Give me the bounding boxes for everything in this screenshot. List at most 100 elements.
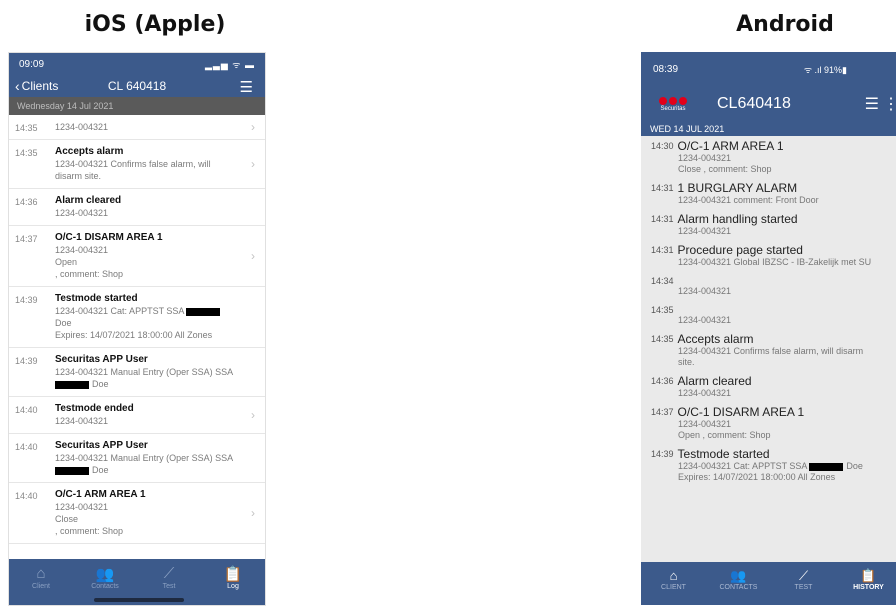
ios-tab-contacts[interactable]: 👥 Contacts: [80, 565, 130, 590]
contacts-icon: 👥: [730, 568, 747, 583]
android-row-time: 14:31: [651, 245, 674, 255]
android-row-time: 14:31: [651, 214, 674, 224]
android-history-row[interactable]: 14:37 O/C-1 DISARM AREA 1 1234-004321 Open …: [641, 402, 896, 444]
ios-log-detail: Doe: [55, 464, 235, 476]
android-tab-contacts[interactable]: 👥 CONTACTS: [714, 568, 764, 605]
ios-tab-log[interactable]: 📋 Log: [208, 565, 258, 590]
android-history-row[interactable]: 14:30 O/C-1 ARM AREA 1 1234-004321 Close , …: [641, 136, 896, 178]
android-history-row[interactable]: 14:36 Alarm cleared 1234-004321: [641, 371, 896, 402]
android-history-row[interactable]: 14:35 Accepts alarm 1234-004321 Confirms f…: [641, 329, 896, 371]
chevron-right-icon: ›: [251, 157, 255, 171]
ios-log-row[interactable]: 14:39 Testmode started 1234-004321 Cat: AP…: [9, 287, 265, 348]
android-row-detail: 1234-004321: [678, 388, 732, 398]
chevron-left-icon: ‹: [15, 78, 20, 94]
ios-tab-label: Client: [32, 583, 50, 590]
android-row-header: 14:35 Accepts alarm: [651, 332, 881, 346]
android-row-title: Accepts alarm: [677, 332, 754, 346]
android-row-title: O/C-1 ARM AREA 1: [677, 139, 784, 153]
ios-log-detail: 1234-004321 Manual Entry (Oper SSA) SSA: [55, 367, 234, 377]
ios-log-detail: 1234-004321: [55, 416, 109, 426]
ios-log-title: O/C-1 ARM AREA 1: [55, 489, 146, 500]
android-row-detail: 1234-004321: [678, 419, 732, 429]
ios-back-button[interactable]: ‹ Clients: [15, 78, 58, 94]
ios-log-body: O/C-1 ARM AREA 1 1234-004321 Close , commen…: [55, 489, 255, 537]
ios-back-label: Clients: [21, 79, 59, 93]
android-row-detail: 1234-004321 Confirms false alarm, will d…: [678, 346, 864, 356]
android-row-time: 14:39: [651, 449, 674, 459]
ios-log-time: 14:36: [15, 197, 38, 207]
android-tab-test[interactable]: ⟋ TEST: [779, 568, 829, 605]
android-tab-label: HISTORY: [853, 584, 884, 591]
ios-log-row[interactable]: 14:39 Securitas APP User 1234-004321 Manua…: [9, 348, 265, 397]
ios-log-body: Alarm cleared 1234-004321: [55, 195, 255, 219]
android-row-title: Testmode started: [677, 447, 770, 461]
ios-tab-test[interactable]: ⟋ Test: [144, 565, 194, 590]
ios-status-time: 09:09: [19, 58, 45, 70]
android-history-row[interactable]: 14:351234-004321›: [641, 300, 896, 329]
android-row-time: 14:35: [651, 334, 674, 344]
android-row-detail: 1234-004321 Global IBZSC - IB-Zakelijk m…: [678, 257, 872, 267]
ios-log-title: Securitas APP User: [55, 440, 148, 451]
android-row-header: 14:31 Procedure page started: [651, 243, 881, 257]
android-tab-label: CLIENT: [661, 584, 686, 591]
android-row-header: 14:31 Alarm handling started: [651, 212, 881, 226]
ios-log-body: Testmode started 1234-004321 Cat: APPTST …: [55, 293, 255, 341]
android-date-header: WED 14 JUL 2021: [641, 122, 896, 136]
android-row-header: 14:30 O/C-1 ARM AREA 1: [651, 139, 881, 153]
test-icon: ⟋: [163, 565, 175, 582]
ios-log-title: Testmode started: [55, 293, 138, 304]
ios-log-body: Securitas APP User 1234-004321 Manual Ent…: [55, 440, 255, 476]
ios-log-title: Accepts alarm: [55, 146, 124, 157]
android-row-detail: 1234-004321: [678, 226, 732, 236]
ios-log-row[interactable]: 14:35 1234-004321 ›: [9, 115, 265, 140]
ios-log-row[interactable]: 14:40 O/C-1 ARM AREA 1 1234-004321 Close , c…: [9, 483, 265, 544]
android-row-header: 14:35: [651, 303, 881, 315]
ios-log-row[interactable]: 14:36 Alarm cleared 1234-004321: [9, 189, 265, 226]
ios-tab-client[interactable]: ⌂ Client: [16, 565, 66, 590]
test-icon: ⟋: [798, 568, 809, 583]
ios-log-list: 14:35 1234-004321 › 14:35 Accepts alarm 1234-…: [9, 115, 265, 559]
android-row-detail: 1234-004321: [678, 286, 732, 296]
android-row-header: 14:37 O/C-1 DISARM AREA 1: [651, 405, 881, 419]
android-history-row[interactable]: 14:31 1 BURGLARY ALARM 1234-004321 comment…: [641, 178, 896, 209]
ios-log-detail: Doe: [55, 378, 235, 390]
ios-log-row[interactable]: 14:40 Securitas APP User 1234-004321 Manua…: [9, 434, 265, 483]
android-history-row[interactable]: 14:31 Procedure page started 1234-004321 G…: [641, 240, 896, 271]
android-caption: Android: [736, 12, 834, 37]
android-tab-history[interactable]: 📋 HISTORY: [844, 568, 894, 605]
android-history-row[interactable]: 14:39 Testmode started 1234-004321 Cat: AP…: [641, 444, 896, 486]
ios-log-row[interactable]: 14:35 Accepts alarm 1234-004321 Confirms f…: [9, 140, 265, 189]
ios-log-detail: 1234-004321: [55, 502, 109, 512]
ios-log-body: Testmode ended 1234-004321: [55, 403, 255, 427]
ios-log-row[interactable]: 14:37 O/C-1 DISARM AREA 1 1234-004321 Open,…: [9, 226, 265, 287]
android-row-time: 14:37: [651, 407, 674, 417]
ios-log-body: Securitas APP User 1234-004321 Manual Ent…: [55, 354, 255, 390]
ios-log-detail: 1234-004321: [55, 208, 109, 218]
android-tab-bar: ⌂ CLIENT 👥 CONTACTS ⟋ TEST 📋 HISTORY: [641, 562, 896, 605]
ios-log-detail: Close: [55, 514, 79, 524]
android-tab-client[interactable]: ⌂ CLIENT: [649, 568, 699, 605]
android-history-row[interactable]: 14:341234-004321›: [641, 271, 896, 300]
android-row-title: Alarm handling started: [677, 212, 798, 226]
android-status-bar: 08:39 ᯤ .ıl 91%▮: [641, 52, 896, 86]
history-icon: 📋: [860, 568, 877, 583]
ios-log-row[interactable]: 14:40 Testmode ended 1234-004321 ›: [9, 397, 265, 434]
android-row-detail: 1234-004321 comment: Front Door: [678, 195, 819, 205]
android-page-title: CL640418: [717, 95, 791, 112]
ios-log-title: Alarm cleared: [55, 195, 122, 206]
chevron-right-icon: ›: [251, 408, 255, 422]
redaction-block: [55, 466, 89, 475]
ios-tab-label: Contacts: [91, 583, 119, 590]
ios-log-detail: , comment: Shop: [55, 526, 124, 536]
more-vert-icon[interactable]: ⋮: [883, 94, 896, 114]
ios-log-body: Accepts alarm 1234-004321 Confirms false …: [55, 146, 255, 182]
android-menu-icon[interactable]: ☰: [865, 94, 879, 114]
client-icon: ⌂: [36, 565, 46, 582]
android-history-row[interactable]: 14:31 Alarm handling started 1234-004321: [641, 209, 896, 240]
client-icon: ⌂: [669, 568, 678, 583]
ios-log-time: 14:39: [15, 295, 38, 305]
ios-menu-icon[interactable]: ☰: [240, 78, 253, 96]
ios-log-time: 14:39: [15, 356, 38, 366]
ios-date-header: Wednesday 14 Jul 2021: [9, 97, 265, 115]
log-icon: 📋: [223, 566, 243, 583]
